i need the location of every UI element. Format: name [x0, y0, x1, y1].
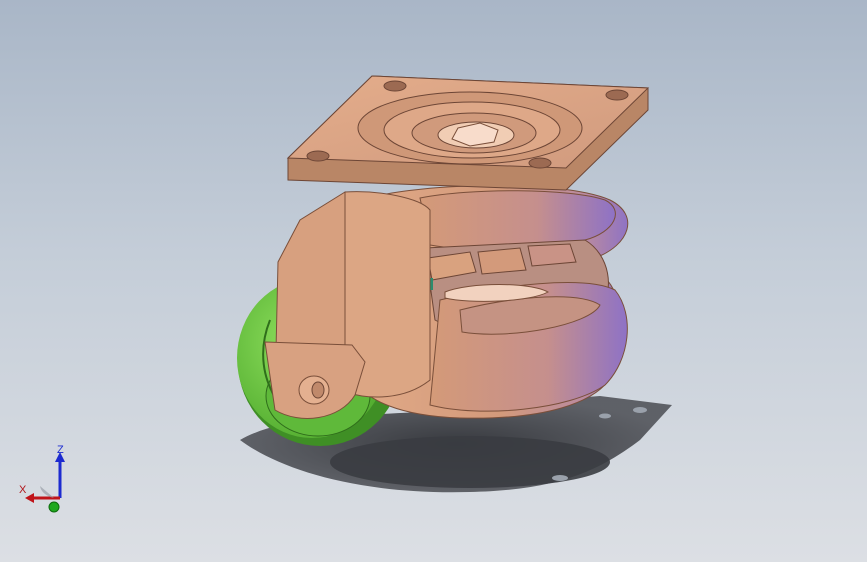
triad-graphic	[25, 452, 65, 513]
leveling-caster-model[interactable]	[0, 0, 867, 562]
x-axis-label: X	[19, 484, 27, 496]
cad-viewport[interactable]: X Z	[0, 0, 867, 562]
z-axis-label: Z	[57, 444, 64, 456]
axis-triad: X Z	[14, 440, 74, 520]
mounting-plate[interactable]	[286, 75, 650, 191]
fork-leg[interactable]	[264, 191, 431, 419]
